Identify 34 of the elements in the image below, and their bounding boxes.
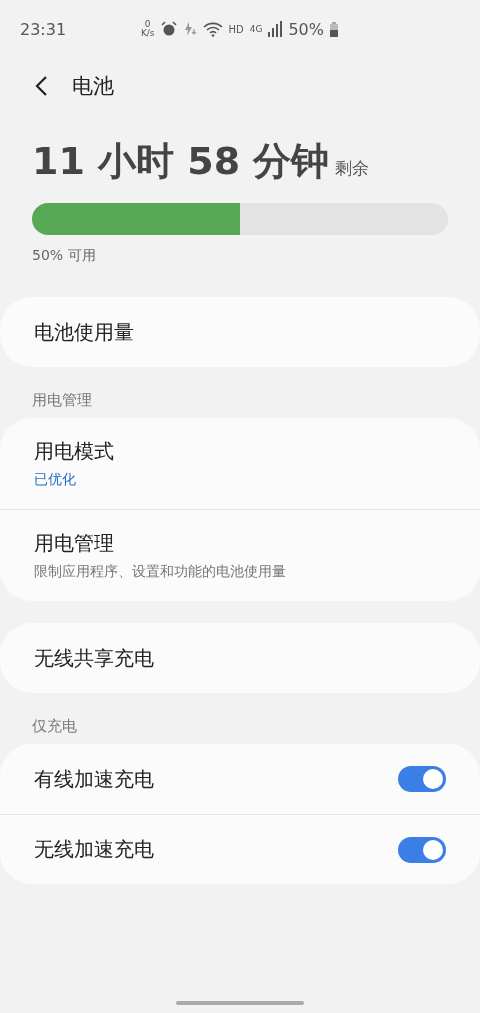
time-remaining: 11 小时 58 分钟 xyxy=(32,138,330,185)
alarm-icon xyxy=(160,21,177,37)
toggle-row[interactable]: 有线加速充电 xyxy=(0,744,480,814)
page-title: 电池 xyxy=(72,73,114,100)
settings-item[interactable]: 用电管理 限制应用程序、设置和功能的电池使用量 xyxy=(0,509,480,601)
status-time: 23:31 xyxy=(20,19,67,39)
section-label: 用电管理 xyxy=(31,390,93,411)
back-icon xyxy=(34,75,50,97)
settings-item[interactable]: 电池使用量 xyxy=(0,297,480,367)
hd-label: HD xyxy=(228,24,244,34)
item-title: 无线共享充电 xyxy=(34,644,155,672)
item-title: 电池使用量 xyxy=(34,318,135,346)
wifi-icon xyxy=(202,21,223,37)
settings-item[interactable]: 用电模式 已优化 xyxy=(0,418,480,509)
battery-percent: 50% xyxy=(288,19,324,39)
item-title: 有线加速充电 xyxy=(34,765,155,793)
item-title: 用电模式 xyxy=(34,438,115,465)
section-label: 仅充电 xyxy=(31,716,78,737)
item-title: 用电管理 xyxy=(34,530,115,557)
toggle-switch[interactable] xyxy=(398,836,446,863)
battery-icon xyxy=(330,21,338,37)
battery-available: 50% 可用 xyxy=(32,247,97,265)
network-label: 4G xyxy=(249,24,263,34)
item-subtitle: 限制应用程序、设置和功能的电池使用量 xyxy=(34,563,287,581)
remaining-label: 剩余 xyxy=(335,157,370,180)
item-subtitle: 已优化 xyxy=(34,471,77,489)
toggle-switch[interactable] xyxy=(398,766,446,792)
charging-icon xyxy=(182,21,197,37)
net-speed-unit: K/s xyxy=(140,29,155,38)
signal-icon xyxy=(268,21,283,37)
settings-item[interactable]: 无线共享充电 xyxy=(0,623,480,693)
net-speed-value: 0 xyxy=(144,20,151,29)
item-title: 无线加速充电 xyxy=(34,836,155,863)
toggle-row[interactable]: 无线加速充电 xyxy=(0,814,480,884)
